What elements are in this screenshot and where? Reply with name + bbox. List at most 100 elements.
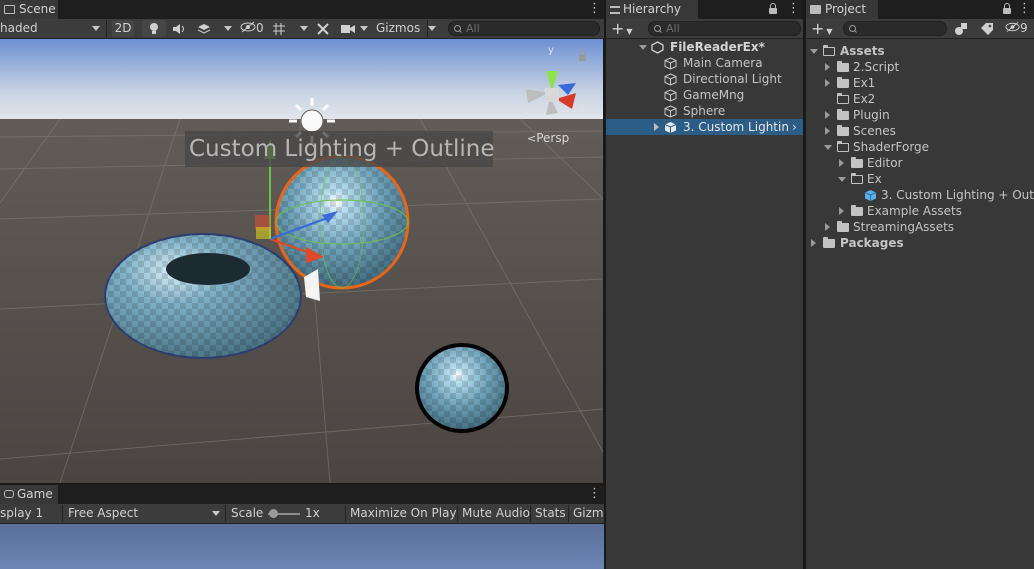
- hierarchy-item-main-camera[interactable]: Main Camera: [606, 55, 803, 71]
- project-hidden-toggle[interactable]: 9: [1005, 19, 1033, 38]
- game-viewport[interactable]: [0, 524, 604, 569]
- hierarchy-lock-icon[interactable]: [769, 3, 777, 14]
- expand-arrow-icon[interactable]: [810, 49, 818, 54]
- hierarchy-add-button[interactable]: + ▼: [611, 19, 639, 38]
- object-name-overlay-text: Custom Lighting + Outline: [189, 136, 495, 162]
- expand-arrow-icon[interactable]: [639, 45, 647, 50]
- search-by-label-button[interactable]: [980, 19, 996, 38]
- project-item-plugin[interactable]: Plugin: [806, 107, 1034, 123]
- scene-viewport[interactable]: y x <Persp Custom Lighting + Outline: [0, 39, 603, 483]
- expand-arrow-icon[interactable]: [839, 159, 844, 167]
- project-item-label: Editor: [867, 156, 903, 170]
- project-panel: Project ⋮ + ▼ 9 Assets 2.Script Ex1 Ex2 …: [806, 0, 1034, 569]
- expand-arrow-icon[interactable]: [825, 223, 830, 231]
- tab-hierarchy[interactable]: Hierarchy: [606, 0, 698, 19]
- expand-arrow-icon[interactable]: [825, 111, 830, 119]
- scene-root-row[interactable]: FileReaderEx*: [606, 39, 803, 55]
- hierarchy-tab-menu-icon[interactable]: ⋮: [787, 0, 800, 19]
- project-item-editor[interactable]: Editor: [806, 155, 1034, 171]
- project-lock-icon[interactable]: [1003, 3, 1011, 14]
- effects-dropdown[interactable]: [196, 19, 236, 38]
- project-item-packages[interactable]: Packages: [806, 235, 1034, 251]
- sphere-object[interactable]: [274, 154, 410, 290]
- project-item-label: Assets: [840, 44, 885, 58]
- persp-label: Persp: [536, 131, 570, 145]
- stats-button[interactable]: Stats: [535, 504, 566, 523]
- expand-arrow-icon[interactable]: [824, 145, 832, 150]
- project-item-ex2[interactable]: Ex2: [806, 91, 1034, 107]
- hidden-objects-toggle[interactable]: 0: [240, 19, 268, 38]
- expand-arrow-icon[interactable]: [654, 123, 659, 131]
- expand-arrow-icon[interactable]: [811, 239, 816, 247]
- scale-value: 1x: [305, 506, 320, 520]
- toggle-2d-button[interactable]: 2D: [112, 20, 134, 37]
- project-add-button[interactable]: + ▼: [811, 19, 839, 38]
- project-item-label: Ex1: [853, 76, 876, 90]
- project-item-ex1[interactable]: Ex1: [806, 75, 1034, 91]
- scene-render[interactable]: [0, 39, 603, 483]
- tools-button[interactable]: [316, 19, 334, 38]
- scene-tab-menu-icon[interactable]: ⋮: [588, 0, 601, 19]
- aspect-dropdown[interactable]: Free Aspect: [68, 504, 224, 523]
- project-item-label: ShaderForge: [853, 140, 930, 154]
- eye-slash-icon: [1005, 21, 1020, 33]
- project-item-shaderforge[interactable]: ShaderForge: [806, 139, 1034, 155]
- project-tab-menu-icon[interactable]: ⋮: [1018, 0, 1031, 19]
- project-item-2script[interactable]: 2.Script: [806, 59, 1034, 75]
- project-item-ex[interactable]: Ex: [806, 171, 1034, 187]
- audio-toggle-button[interactable]: [172, 19, 190, 38]
- torus-object[interactable]: [104, 233, 302, 359]
- tab-scene[interactable]: Scene: [0, 0, 58, 19]
- expand-arrow-icon[interactable]: [838, 177, 846, 182]
- game-tab-menu-icon[interactable]: ⋮: [588, 485, 601, 504]
- chevron-down-icon: ▼: [826, 27, 833, 36]
- hierarchy-item-custom-lighting[interactable]: 3. Custom Lighting ›: [606, 119, 803, 135]
- project-item-scenes[interactable]: Scenes: [806, 123, 1034, 139]
- lighting-toggle-button[interactable]: [142, 20, 166, 37]
- scene-search-placeholder: All: [466, 22, 480, 35]
- expand-arrow-icon[interactable]: [825, 63, 830, 71]
- display-dropdown[interactable]: splay 1: [0, 504, 60, 523]
- hierarchy-item-label: Sphere: [683, 104, 726, 118]
- layers-icon: [197, 24, 211, 34]
- hierarchy-item-directional-light[interactable]: Directional Light: [606, 71, 803, 87]
- chevron-right-icon[interactable]: ›: [792, 119, 797, 135]
- project-tree: Assets 2.Script Ex1 Ex2 Plugin Scenes Sh…: [806, 43, 1034, 569]
- folder-icon: [837, 77, 849, 88]
- mute-audio-button[interactable]: Mute Audio: [462, 504, 530, 523]
- scene-search-input[interactable]: All: [448, 21, 600, 36]
- shading-mode-dropdown[interactable]: haded: [0, 19, 104, 38]
- persp-arrow-icon: <: [527, 132, 537, 145]
- persp-button[interactable]: <Persp: [527, 131, 569, 145]
- game-toolbar: splay 1 Free Aspect Scale 1x Maximize On…: [0, 504, 604, 524]
- game-gizmos-button[interactable]: Gizm: [573, 504, 604, 523]
- camera-dropdown[interactable]: [340, 19, 372, 38]
- folder-icon: [837, 221, 849, 232]
- project-item-streamingassets[interactable]: StreamingAssets: [806, 219, 1034, 235]
- grid-dropdown[interactable]: [272, 19, 312, 38]
- project-item-label: 2.Script: [853, 60, 900, 74]
- hierarchy-toolbar: + ▼ All: [606, 19, 803, 39]
- project-item-label: StreamingAssets: [853, 220, 955, 234]
- scene-tab-bar: Scene ⋮: [0, 0, 604, 19]
- scale-slider-thumb[interactable]: [269, 509, 278, 518]
- hierarchy-item-sphere[interactable]: Sphere: [606, 103, 803, 119]
- maximize-on-play-button[interactable]: Maximize On Play: [350, 504, 457, 523]
- project-item-assets[interactable]: Assets: [806, 43, 1034, 59]
- hierarchy-item-gamemng[interactable]: GameMng: [606, 87, 803, 103]
- project-item-custom-lighting-prefab[interactable]: 3. Custom Lighting + Outline: [806, 187, 1034, 203]
- search-by-type-button[interactable]: [954, 19, 970, 38]
- expand-arrow-icon[interactable]: [839, 207, 844, 215]
- ellipsoid-object[interactable]: [415, 343, 509, 433]
- project-item-label: Ex2: [853, 92, 876, 106]
- hierarchy-search-input[interactable]: All: [648, 21, 801, 36]
- expand-arrow-icon[interactable]: [825, 79, 830, 87]
- project-item-example-assets[interactable]: Example Assets: [806, 203, 1034, 219]
- project-search-input[interactable]: [843, 21, 947, 36]
- expand-arrow-icon[interactable]: [825, 127, 830, 135]
- tab-project[interactable]: Project: [806, 0, 878, 19]
- gamepad-icon: [4, 490, 14, 498]
- gizmos-dropdown[interactable]: Gizmos: [376, 19, 440, 38]
- gameobject-icon: [664, 89, 677, 102]
- tab-game[interactable]: Game: [0, 485, 58, 504]
